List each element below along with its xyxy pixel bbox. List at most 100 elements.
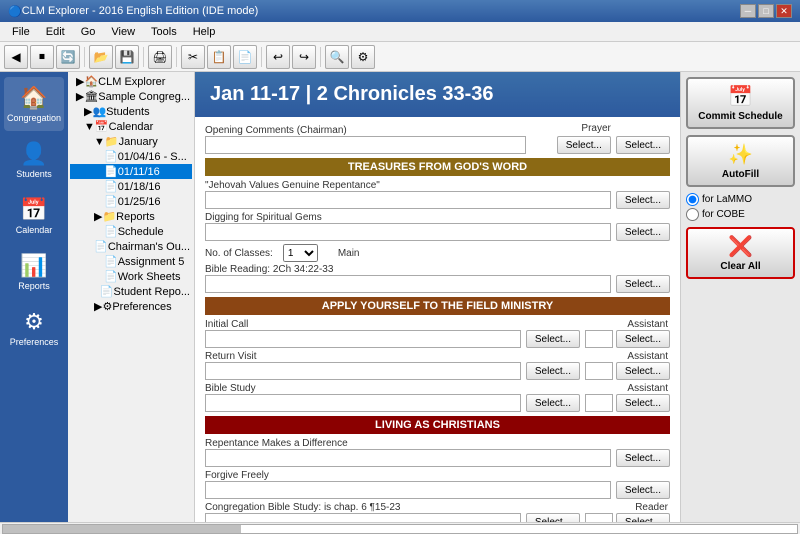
tree-preferences[interactable]: ▶ ⚙ Preferences: [70, 299, 192, 314]
forgive-input[interactable]: [205, 481, 611, 499]
minimize-button[interactable]: ─: [740, 4, 756, 18]
tree-january[interactable]: ▼ 📁 January: [70, 134, 192, 149]
nav-reports[interactable]: 📊 Reports: [4, 245, 64, 299]
tree-week4[interactable]: 📄 01/25/16: [70, 194, 192, 209]
nav-students[interactable]: 👤 Students: [4, 133, 64, 187]
sidebar-nav: 🏠 Congregation 👤 Students 📅 Calendar 📊 R…: [0, 72, 68, 522]
jehovah-label: "Jehovah Values Genuine Repentance": [205, 180, 670, 191]
initial-call-input[interactable]: [205, 330, 521, 348]
toolbar-back[interactable]: ◀: [4, 45, 28, 69]
nav-calendar[interactable]: 📅 Calendar: [4, 189, 64, 243]
right-panel: 📅 Commit Schedule ✨ AutoFill for LaMMO f…: [680, 72, 800, 522]
return-visit-select[interactable]: Select...: [526, 362, 580, 380]
cong-bible-label: Congregation Bible Study: is chap. 6 ¶15…: [205, 502, 580, 513]
menu-view[interactable]: View: [103, 24, 143, 40]
horizontal-scrollbar[interactable]: [2, 524, 798, 534]
menu-edit[interactable]: Edit: [38, 24, 73, 40]
return-visit-input[interactable]: [205, 362, 521, 380]
tree-reports[interactable]: ▶ 📁 Reports: [70, 209, 192, 224]
opening-select-button[interactable]: Select...: [557, 136, 611, 154]
tree-label: CLM Explorer: [98, 76, 165, 88]
bible-study-select[interactable]: Select...: [526, 394, 580, 412]
file-tree: ▶ 🏠 CLM Explorer ▶ 🏛 Sample Congreg... ▶…: [68, 72, 195, 522]
reader-select[interactable]: Select...: [616, 513, 670, 522]
bible-study-input[interactable]: [205, 394, 521, 412]
close-button[interactable]: ✕: [776, 4, 792, 18]
tree-student-reports[interactable]: 📄 Student Repo...: [70, 284, 192, 299]
tree-worksheets[interactable]: 📄 Work Sheets: [70, 269, 192, 284]
students-icon: 👤: [20, 141, 47, 167]
radio-cobe-label: for COBE: [702, 209, 745, 220]
toolbar-paste[interactable]: 📄: [233, 45, 257, 69]
toolbar-refresh[interactable]: 🔄: [56, 45, 80, 69]
tree-week1[interactable]: 📄 01/04/16 - S...: [70, 149, 192, 164]
return-assistant-input[interactable]: [585, 362, 613, 380]
toolbar-stop[interactable]: ⏹: [30, 45, 54, 69]
toolbar-print[interactable]: 🖨: [148, 45, 172, 69]
menu-file[interactable]: File: [4, 24, 38, 40]
opening-comments-input[interactable]: [205, 136, 526, 154]
toolbar-save[interactable]: 💾: [115, 45, 139, 69]
toolbar-open[interactable]: 📂: [89, 45, 113, 69]
toolbar-copy[interactable]: 📋: [207, 45, 231, 69]
bible-study-assistant-input[interactable]: [585, 394, 613, 412]
bible-reading-input[interactable]: [205, 275, 611, 293]
tree-label: Calendar: [109, 121, 154, 133]
digging-select-button[interactable]: Select...: [616, 223, 670, 241]
tree-students[interactable]: ▶ 👥 Students: [70, 104, 192, 119]
nav-preferences[interactable]: ⚙ Preferences: [4, 301, 64, 355]
radio-cobe[interactable]: [686, 208, 699, 221]
menu-tools[interactable]: Tools: [143, 24, 185, 40]
tree-assignment5[interactable]: 📄 Assignment 5: [70, 254, 192, 269]
folder-icon: 📅: [95, 120, 109, 133]
commit-schedule-button[interactable]: 📅 Commit Schedule: [686, 77, 795, 129]
initial-assistant-input[interactable]: [585, 330, 613, 348]
reader-input[interactable]: [585, 513, 613, 522]
nav-reports-label: Reports: [18, 281, 50, 291]
no-classes-select[interactable]: 1 2: [283, 244, 318, 262]
toolbar-search[interactable]: 🔍: [325, 45, 349, 69]
toolbar-undo[interactable]: ↩: [266, 45, 290, 69]
tree-congregation[interactable]: ▶ 🏛 Sample Congreg...: [70, 89, 192, 104]
toolbar-sep1: [84, 47, 85, 67]
autofill-button[interactable]: ✨ AutoFill: [686, 135, 795, 187]
initial-assistant-select[interactable]: Select...: [616, 330, 670, 348]
return-assistant-select[interactable]: Select...: [616, 362, 670, 380]
cong-bible-input[interactable]: [205, 513, 521, 522]
radio-lamoto[interactable]: [686, 193, 699, 206]
cong-bible-select[interactable]: Select...: [526, 513, 580, 522]
doc-icon: 📄: [104, 150, 118, 163]
doc-icon: 📄: [104, 255, 118, 268]
bible-study-assistant-select[interactable]: Select...: [616, 394, 670, 412]
tree-week3[interactable]: 📄 01/18/16: [70, 179, 192, 194]
clear-all-button[interactable]: ❌ Clear All: [686, 227, 795, 279]
nav-congregation[interactable]: 🏠 Congregation: [4, 77, 64, 131]
clear-label: Clear All: [720, 261, 760, 272]
repentance-input[interactable]: [205, 449, 611, 467]
digging-input[interactable]: [205, 223, 611, 241]
tree-clm-explorer[interactable]: ▶ 🏠 CLM Explorer: [70, 74, 192, 89]
commit-label: Commit Schedule: [698, 111, 782, 122]
tree-calendar[interactable]: ▼ 📅 Calendar: [70, 119, 192, 134]
maximize-button[interactable]: □: [758, 4, 774, 18]
tree-chairmans[interactable]: 📄 Chairman's Ou...: [70, 239, 192, 254]
jehovah-select-button[interactable]: Select...: [616, 191, 670, 209]
return-visit-label: Return Visit: [205, 351, 580, 362]
tree-schedule[interactable]: 📄 Schedule: [70, 224, 192, 239]
initial-call-select[interactable]: Select...: [526, 330, 580, 348]
toolbar-cut[interactable]: ✂: [181, 45, 205, 69]
bible-reading-select-button[interactable]: Select...: [616, 275, 670, 293]
forgive-select[interactable]: Select...: [616, 481, 670, 499]
repentance-select[interactable]: Select...: [616, 449, 670, 467]
folder-icon: 📁: [105, 135, 119, 148]
toolbar-redo[interactable]: ↪: [292, 45, 316, 69]
radio-lamoto-label: for LaMMO: [702, 194, 752, 205]
tree-week2[interactable]: 📄 01/11/16: [70, 164, 192, 179]
toolbar-sep2: [143, 47, 144, 67]
main-label: Main: [338, 248, 360, 259]
menu-help[interactable]: Help: [185, 24, 224, 40]
jehovah-input[interactable]: [205, 191, 611, 209]
menu-go[interactable]: Go: [73, 24, 104, 40]
prayer-select-button[interactable]: Select...: [616, 136, 670, 154]
toolbar-gear[interactable]: ⚙: [351, 45, 375, 69]
